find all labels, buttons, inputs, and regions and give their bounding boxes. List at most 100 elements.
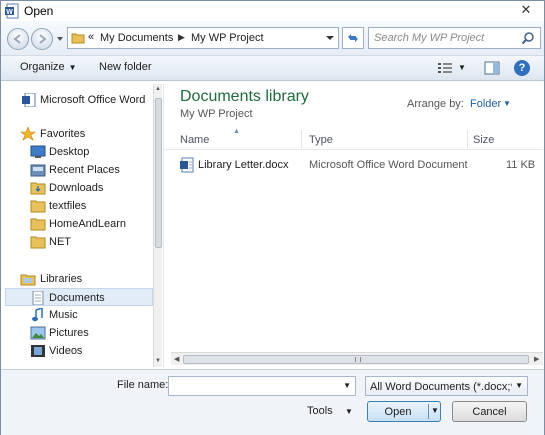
scroll-right-icon[interactable]: ▶ — [534, 355, 539, 363]
nav-item-label: Videos — [49, 345, 83, 357]
column-divider[interactable] — [467, 130, 468, 148]
preview-pane-icon[interactable] — [484, 61, 500, 75]
chevron-down-icon[interactable]: ▼ — [345, 407, 353, 416]
refresh-button[interactable] — [342, 27, 364, 49]
downloads-folder-icon — [30, 182, 46, 195]
nav-item-music[interactable]: Music — [5, 306, 153, 324]
scroll-thumb[interactable] — [155, 98, 162, 248]
nav-item-label: Microsoft Office Word — [40, 94, 146, 106]
pane-divider[interactable] — [163, 84, 164, 367]
chevron-down-icon[interactable] — [325, 33, 335, 43]
nav-item-recent-places[interactable]: Recent Places — [5, 161, 153, 179]
word-document-icon — [180, 157, 194, 173]
nav-item-libraries[interactable]: Libraries — [5, 270, 153, 288]
documents-library-icon — [32, 291, 44, 305]
open-options-chevron-icon[interactable]: ▼ — [431, 406, 439, 415]
scroll-up-icon[interactable]: ▲ — [155, 86, 161, 92]
chevron-down-icon[interactable]: ▼ — [515, 381, 523, 390]
star-icon — [20, 127, 36, 141]
recent-places-icon — [30, 164, 46, 177]
column-headers: ▲ Name Type Size — [165, 128, 543, 150]
refresh-icon — [348, 34, 358, 42]
dialog-footer: File name: ▼ All Word Documents (*.docx;… — [1, 369, 544, 435]
scroll-down-icon[interactable]: ▼ — [155, 358, 161, 364]
chevron-down-icon[interactable]: ▼ — [343, 381, 351, 390]
close-button[interactable]: ✕ — [516, 1, 536, 19]
arrange-by-label: Arrange by: — [407, 98, 464, 110]
navigation-pane: Microsoft Office Word Favorites Desktop … — [5, 84, 162, 367]
open-button[interactable]: Open ▼ — [367, 401, 441, 422]
horizontal-scrollbar[interactable]: ◀ ▶ — [171, 352, 543, 365]
organize-button[interactable]: Organize ▼ — [20, 61, 77, 73]
nav-item-documents[interactable]: Documents — [5, 288, 153, 306]
file-row[interactable]: Library Letter.docx Microsoft Office Wor… — [179, 156, 539, 174]
pictures-icon — [30, 326, 46, 340]
scroll-left-icon[interactable]: ◀ — [174, 355, 179, 363]
nav-item-downloads[interactable]: Downloads — [5, 179, 153, 197]
nav-item-microsoft-office-word[interactable]: Microsoft Office Word — [5, 91, 153, 109]
nav-item-label: HomeAndLearn — [49, 218, 127, 230]
nav-item-favorites[interactable]: Favorites — [5, 125, 153, 143]
arrange-by-dropdown[interactable]: Folder — [470, 98, 501, 110]
back-button[interactable] — [7, 28, 29, 50]
tools-button[interactable]: Tools — [307, 405, 333, 417]
chevron-down-icon[interactable]: ▼ — [503, 99, 511, 108]
folder-icon — [30, 236, 46, 249]
libraries-icon — [20, 274, 36, 286]
breadcrumb-my-wp-project[interactable]: My WP Project — [191, 32, 264, 44]
column-divider[interactable] — [301, 130, 302, 148]
organize-label: Organize — [20, 61, 65, 73]
nav-scrollbar[interactable]: ▲ ▼ — [153, 84, 162, 367]
view-options-chevron-icon[interactable]: ▼ — [458, 63, 466, 72]
nav-item-pictures[interactable]: Pictures — [5, 324, 153, 342]
address-box[interactable]: « My Documents ▶ My WP Project — [67, 27, 339, 49]
folder-icon — [30, 218, 46, 231]
file-name-input[interactable] — [172, 379, 337, 393]
file-size: 11 KB — [506, 159, 536, 171]
nav-item-videos[interactable]: Videos — [5, 342, 153, 360]
file-name-label: File name: — [117, 379, 169, 391]
nav-item-label: Recent Places — [49, 164, 120, 176]
search-box[interactable] — [368, 27, 541, 49]
new-folder-button[interactable]: New folder — [99, 61, 152, 73]
window-title: Open — [24, 4, 54, 18]
nav-item-label: Documents — [49, 292, 105, 304]
split-divider — [428, 404, 429, 419]
nav-item-label: textfiles — [49, 200, 87, 212]
nav-item-label: Libraries — [40, 273, 83, 285]
file-name-combobox[interactable]: ▼ — [168, 376, 356, 396]
file-type-filter[interactable]: All Word Documents (*.docx;*.d ▼ — [365, 376, 528, 396]
back-arrow-icon — [13, 34, 21, 44]
forward-button[interactable] — [31, 28, 53, 50]
nav-item-label: Downloads — [49, 182, 104, 194]
recent-pages-chevron-icon[interactable] — [56, 35, 64, 43]
breadcrumb-my-documents[interactable]: My Documents — [100, 32, 173, 44]
folder-icon — [71, 33, 85, 44]
file-type: Microsoft Office Word Document — [309, 159, 468, 171]
search-icon[interactable] — [521, 31, 535, 45]
nav-item-desktop[interactable]: Desktop — [5, 143, 153, 161]
column-header-name[interactable]: Name — [180, 134, 209, 146]
file-type-filter-value: All Word Documents (*.docx;*.d — [370, 381, 512, 393]
chevron-down-icon: ▼ — [68, 63, 77, 72]
help-icon[interactable]: ? — [514, 60, 530, 76]
folder-icon — [30, 200, 46, 213]
word-app-icon: W — [5, 3, 19, 19]
grip-icon — [355, 357, 361, 362]
nav-item-label: Favorites — [40, 128, 86, 140]
column-header-size[interactable]: Size — [473, 134, 494, 146]
breadcrumb-chevron-icon[interactable]: ▶ — [178, 32, 185, 43]
search-input[interactable] — [374, 31, 514, 45]
nav-item-textfiles[interactable]: textfiles — [5, 197, 153, 215]
scroll-thumb[interactable] — [183, 355, 529, 364]
forward-arrow-icon — [39, 34, 47, 44]
column-header-type[interactable]: Type — [309, 134, 333, 146]
change-view-icon[interactable] — [437, 61, 453, 75]
title-bar: W Open ✕ — [1, 1, 544, 21]
nav-item-label: NET — [49, 236, 71, 248]
nav-item-homeandlearn[interactable]: HomeAndLearn — [5, 215, 153, 233]
nav-item-net[interactable]: NET — [5, 233, 153, 251]
breadcrumb-overflow[interactable]: « — [88, 31, 94, 43]
nav-item-label: Music — [49, 309, 78, 321]
cancel-button[interactable]: Cancel — [452, 401, 527, 422]
